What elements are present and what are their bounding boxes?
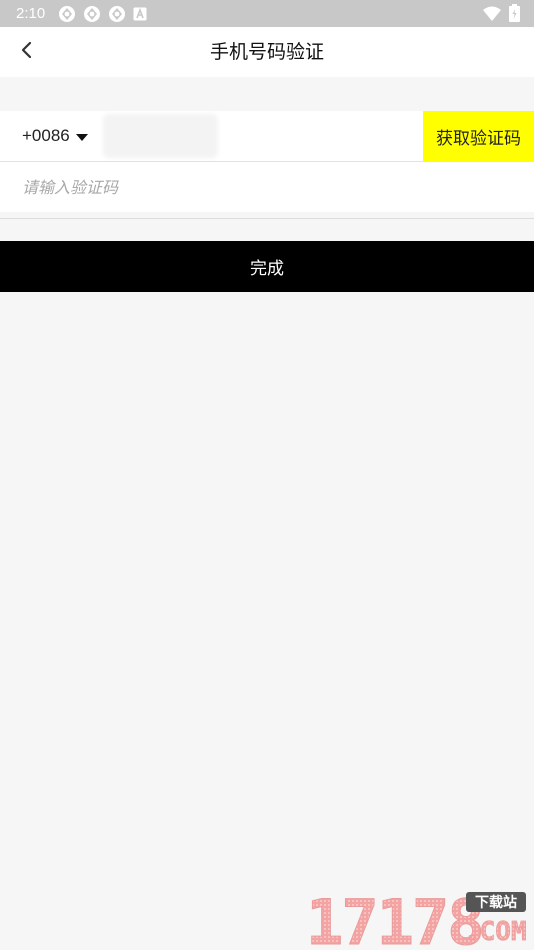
app-notification-icon: [83, 5, 101, 23]
divider: [0, 218, 534, 219]
svg-text:下载站: 下载站: [475, 894, 517, 911]
text-notification-icon: [133, 7, 147, 21]
app-header: 手机号码验证: [0, 27, 534, 77]
wifi-icon: [483, 6, 501, 25]
done-button[interactable]: 完成: [0, 241, 534, 292]
country-code-selector[interactable]: +0086: [22, 111, 88, 161]
notification-icons: [58, 5, 147, 23]
app-notification-icon: [108, 5, 126, 23]
status-bar: 2:10: [0, 0, 534, 27]
code-row: [0, 162, 534, 212]
svg-text:17178: 17178: [306, 888, 483, 948]
system-icons: [483, 4, 520, 26]
back-button[interactable]: [10, 35, 44, 69]
verification-code-input[interactable]: [22, 162, 512, 212]
battery-icon: [509, 4, 520, 26]
page-title: 手机号码验证: [209, 41, 324, 63]
country-code-label: +0086: [22, 126, 70, 145]
status-time: 2:10: [16, 5, 46, 22]
phone-row: +0086 获取验证码: [0, 111, 534, 161]
chevron-left-icon: [20, 41, 34, 63]
svg-text:.COM: .COM: [464, 917, 527, 947]
app-notification-icon: [58, 5, 76, 23]
caret-down-icon: [75, 127, 88, 146]
get-code-button[interactable]: 获取验证码: [423, 111, 534, 161]
watermark-logo: 17178 下载站 .COM: [304, 888, 530, 948]
phone-number-input[interactable]: [103, 114, 218, 158]
